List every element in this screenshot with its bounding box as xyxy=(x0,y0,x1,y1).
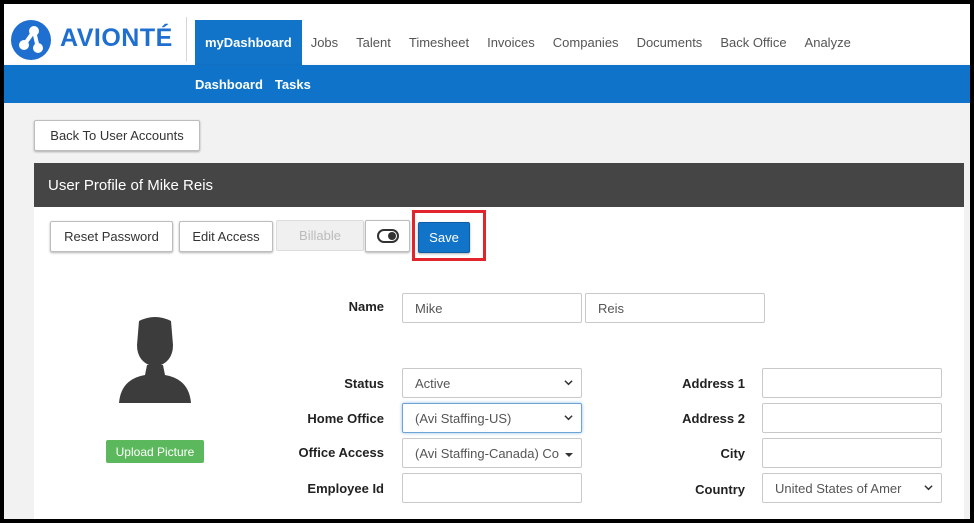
billable-button: Billable xyxy=(276,220,364,251)
reset-password-button[interactable]: Reset Password xyxy=(50,221,173,252)
top-navbar: AVIONTÉ myDashboard Jobs Talent Timesheet In… xyxy=(4,4,970,65)
employee-id-label: Employee Id xyxy=(307,481,384,496)
toggle-icon xyxy=(376,229,399,243)
main-content: Back To User Accounts User Profile of Mi… xyxy=(4,103,970,519)
avionte-logo-icon xyxy=(11,20,51,60)
name-label: Name xyxy=(348,299,384,314)
edit-access-button[interactable]: Edit Access xyxy=(179,221,273,252)
office-access-multiselect[interactable]: (Avi Staffing-Canada) Co xyxy=(402,438,582,468)
nav-item-mydashboard[interactable]: myDashboard xyxy=(195,20,302,65)
brand-name: AVIONTÉ xyxy=(60,24,173,52)
logo-divider xyxy=(186,17,187,61)
nav-item-jobs[interactable]: Jobs xyxy=(302,20,347,65)
back-to-user-accounts-button[interactable]: Back To User Accounts xyxy=(34,120,200,151)
office-access-value: (Avi Staffing-Canada) Co xyxy=(415,445,559,461)
country-label: Country xyxy=(695,482,745,497)
save-button[interactable]: Save xyxy=(418,222,470,253)
subnav-item-tasks[interactable]: Tasks xyxy=(275,77,311,92)
home-office-select[interactable]: (Avi Staffing-US) xyxy=(402,403,582,433)
home-office-label: Home Office xyxy=(307,411,384,426)
nav-item-invoices[interactable]: Invoices xyxy=(478,20,544,65)
upload-picture-button[interactable]: Upload Picture xyxy=(106,440,204,463)
nav-item-analyze[interactable]: Analyze xyxy=(796,20,860,65)
chevron-down-icon xyxy=(564,415,573,421)
subnav-item-dashboard[interactable]: Dashboard xyxy=(195,77,263,92)
chevron-down-icon xyxy=(924,485,933,491)
address2-input[interactable] xyxy=(762,403,942,433)
country-value: United States of Amer xyxy=(775,480,902,496)
city-input[interactable] xyxy=(762,438,942,468)
caret-down-icon xyxy=(565,453,573,457)
city-label: City xyxy=(720,446,745,461)
nav-item-documents[interactable]: Documents xyxy=(628,20,712,65)
nav-item-back-office[interactable]: Back Office xyxy=(711,20,795,65)
nav-item-companies[interactable]: Companies xyxy=(544,20,628,65)
address1-label: Address 1 xyxy=(682,376,745,391)
avatar-placeholder-icon xyxy=(119,317,191,403)
last-name-input[interactable]: Reis xyxy=(585,293,765,323)
status-label: Status xyxy=(344,376,384,391)
home-office-value: (Avi Staffing-US) xyxy=(415,410,512,426)
sub-navbar: Dashboard Tasks xyxy=(4,65,970,103)
country-select[interactable]: United States of Amer xyxy=(762,473,942,503)
nav-item-timesheet[interactable]: Timesheet xyxy=(400,20,478,65)
employee-id-input[interactable] xyxy=(402,473,582,503)
office-access-label: Office Access xyxy=(298,445,384,460)
sub-nav: Dashboard Tasks xyxy=(195,65,323,103)
user-profile-panel: User Profile of Mike Reis Reset Password… xyxy=(34,163,964,519)
billable-toggle[interactable] xyxy=(365,220,410,252)
avionte-logo[interactable]: AVIONTÉ xyxy=(10,19,182,61)
address2-label: Address 2 xyxy=(682,411,745,426)
status-select[interactable]: Active xyxy=(402,368,582,398)
address1-input[interactable] xyxy=(762,368,942,398)
main-nav: myDashboard Jobs Talent Timesheet Invoices Co… xyxy=(195,20,860,65)
panel-title: User Profile of Mike Reis xyxy=(34,163,964,207)
chevron-down-icon xyxy=(564,380,573,386)
app-frame: AVIONTÉ myDashboard Jobs Talent Timesheet In… xyxy=(0,0,974,523)
first-name-input[interactable]: Mike xyxy=(402,293,582,323)
status-value: Active xyxy=(415,375,451,391)
nav-item-talent[interactable]: Talent xyxy=(347,20,400,65)
